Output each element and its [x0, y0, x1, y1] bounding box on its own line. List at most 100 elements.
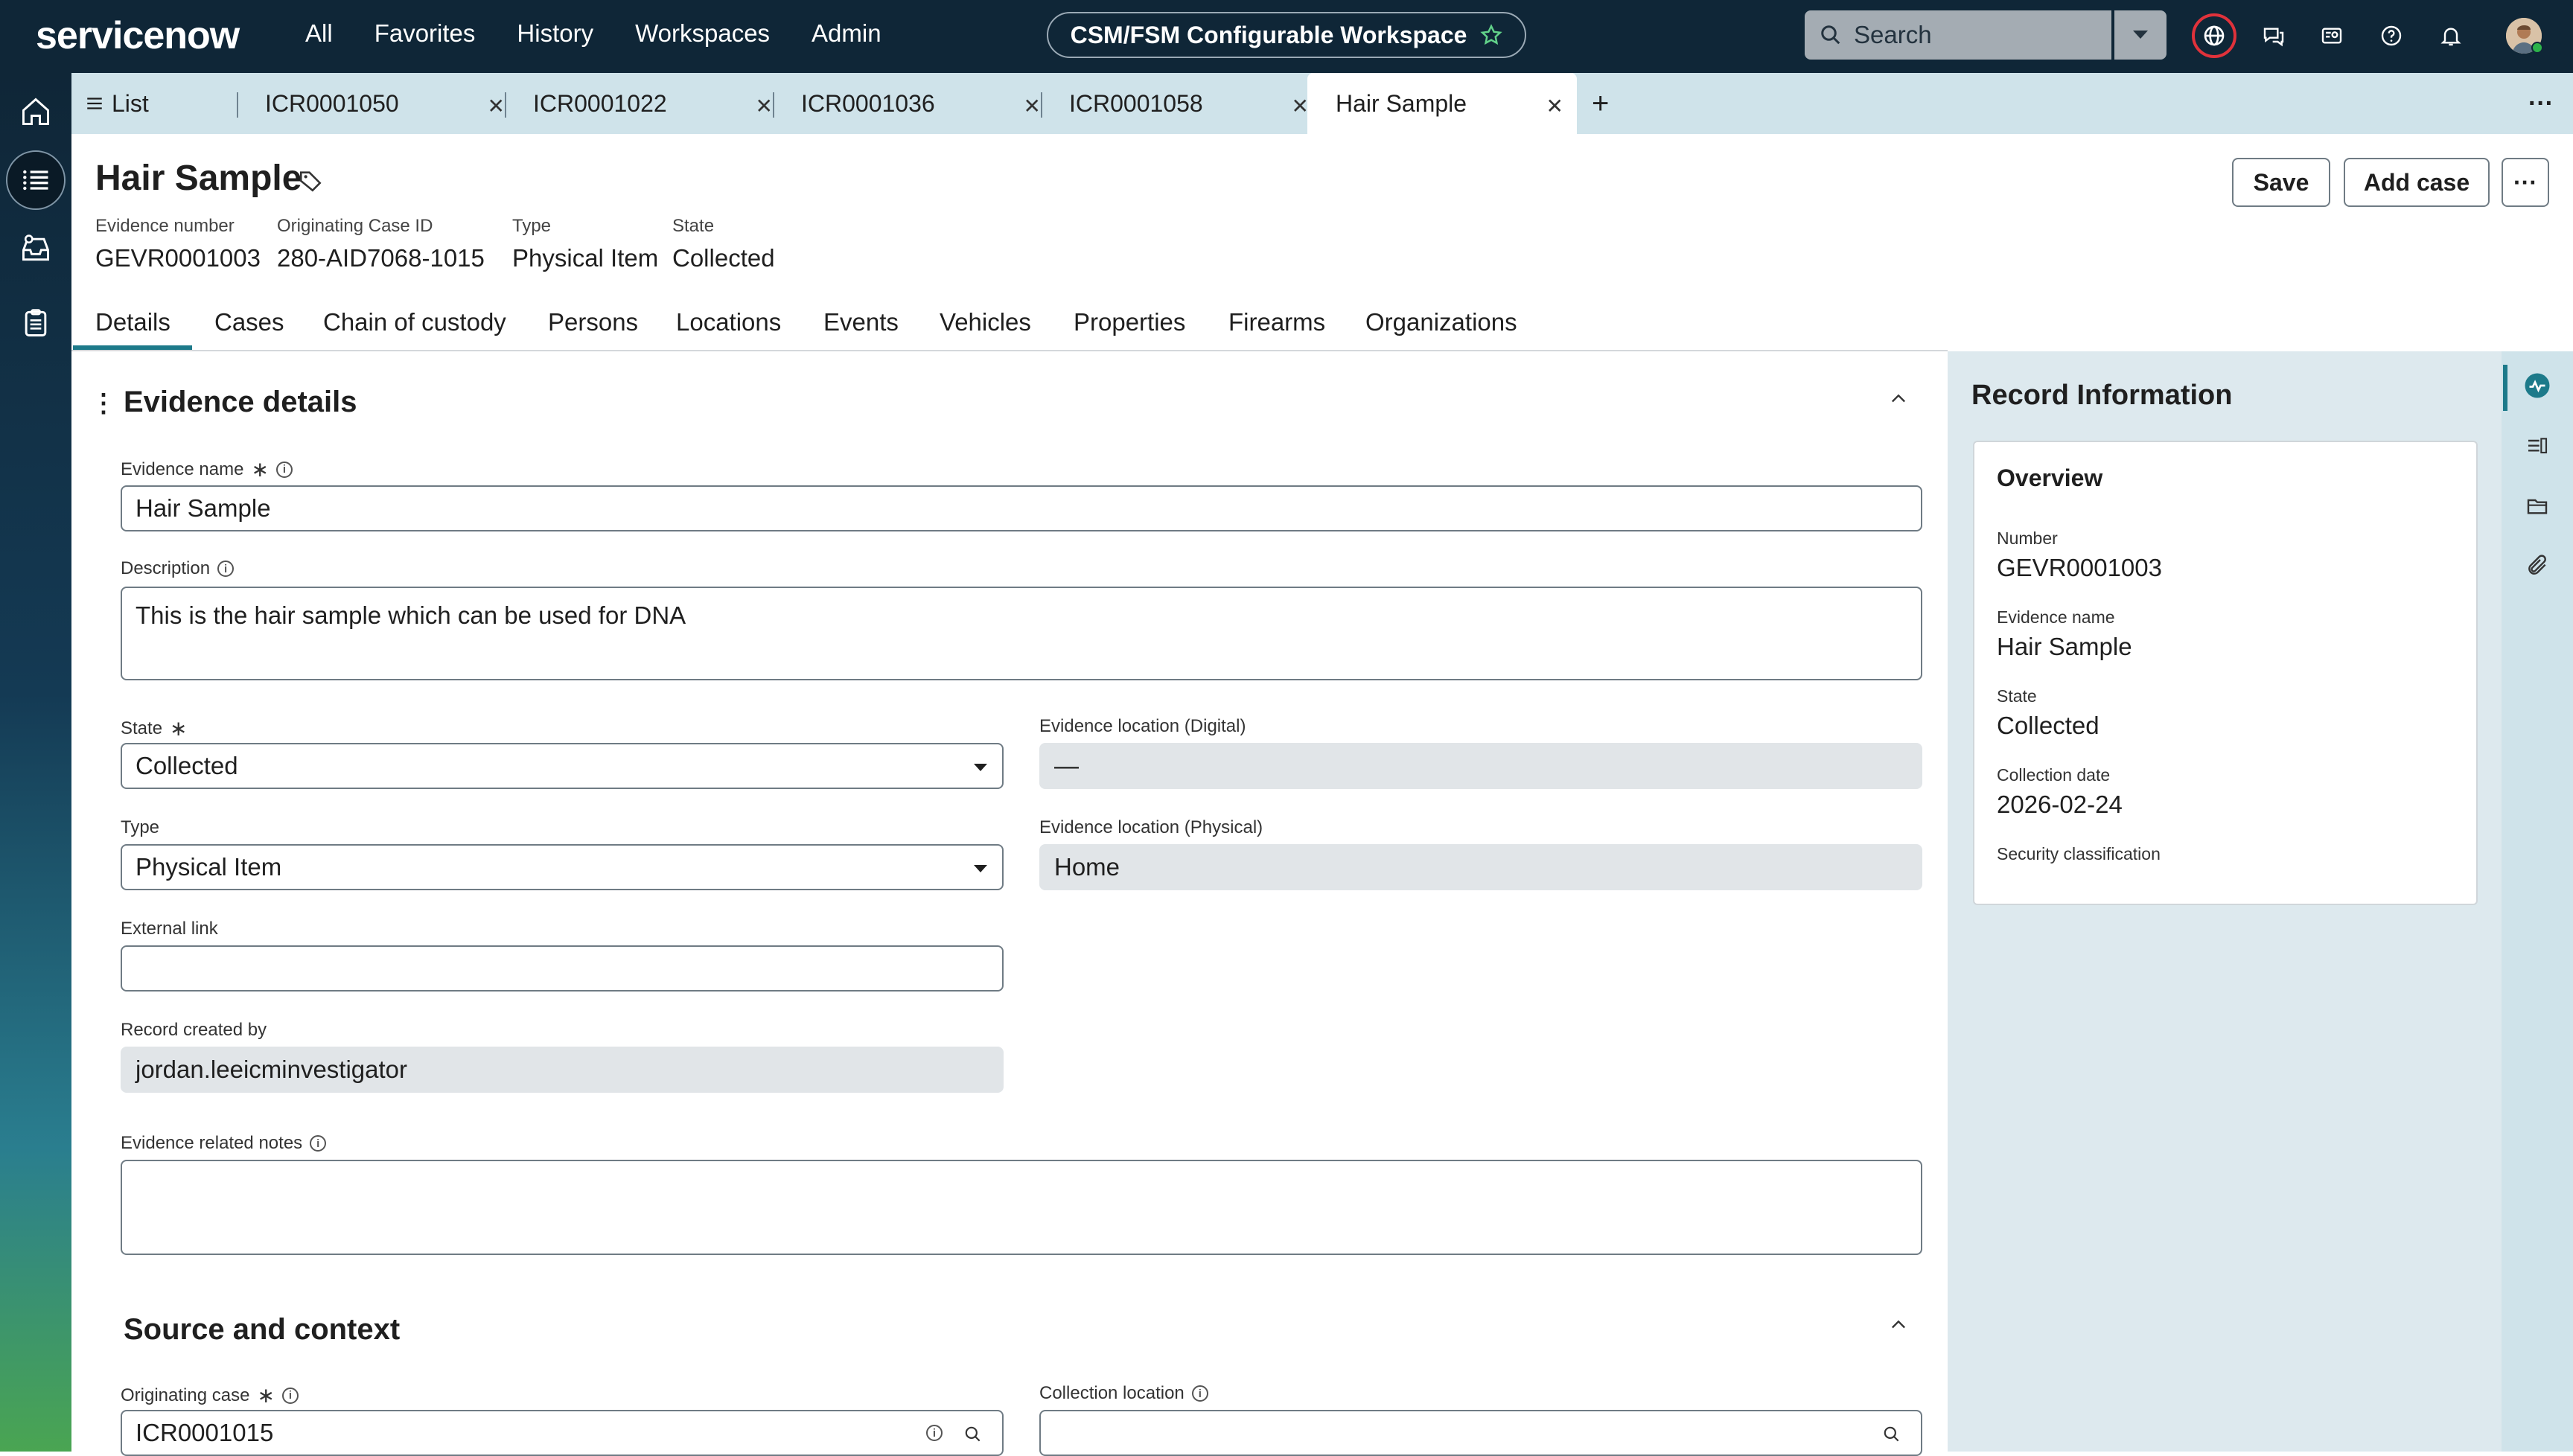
- search-icon[interactable]: [1882, 1425, 1901, 1444]
- tab-hair-sample[interactable]: Hair Sample ✕: [1307, 73, 1577, 134]
- collection-location-input[interactable]: [1039, 1410, 1922, 1456]
- section-drag-handle-icon[interactable]: ⋮: [91, 389, 116, 418]
- info-icon[interactable]: i: [275, 461, 293, 478]
- tag-icon[interactable]: [298, 168, 323, 194]
- online-status-dot: [2531, 42, 2543, 54]
- page-title: Hair Sample: [95, 158, 302, 199]
- info-icon[interactable]: i: [1191, 1385, 1208, 1402]
- tab-events[interactable]: Events: [823, 308, 899, 336]
- close-icon[interactable]: ✕: [756, 94, 773, 118]
- close-icon[interactable]: ✕: [1024, 94, 1041, 118]
- tab-label: ICR0001058: [1069, 89, 1203, 117]
- activity-icon[interactable]: [2524, 372, 2551, 399]
- tab-icr0001036[interactable]: ICR0001036 ✕: [801, 73, 1054, 134]
- nav-history[interactable]: History: [517, 19, 593, 48]
- meta-value: GEVR0001003: [95, 244, 261, 272]
- meta-label: State: [672, 216, 715, 236]
- info-icon[interactable]: i: [281, 1387, 299, 1404]
- workspace-switcher[interactable]: CSM/FSM Configurable Workspace: [1047, 12, 1526, 58]
- record-created-by-field: jordan.leeicminvestigator: [121, 1047, 1004, 1093]
- servicenow-logo[interactable]: servicenow: [36, 13, 240, 58]
- nav-all[interactable]: All: [305, 19, 333, 48]
- details-list-icon[interactable]: [2524, 433, 2551, 460]
- help-icon[interactable]: [2375, 19, 2408, 52]
- meta-evidence-number: Evidence number GEVR0001003: [95, 216, 261, 272]
- tab-details[interactable]: Details: [95, 308, 170, 336]
- workspace-name: CSM/FSM Configurable Workspace: [1070, 21, 1467, 48]
- tab-label: ICR0001022: [533, 89, 667, 117]
- search-scope-dropdown[interactable]: [2114, 10, 2167, 60]
- record-title: Hair Sample: [95, 159, 302, 198]
- info-icon[interactable]: i: [217, 561, 235, 577]
- required-icon: ∗: [257, 1384, 275, 1407]
- chevron-down-icon: [2133, 31, 2148, 39]
- nav-workspaces[interactable]: Workspaces: [635, 19, 770, 48]
- record-subtabs: Details Cases Chain of custody Persons L…: [71, 298, 1948, 351]
- inbox-icon[interactable]: [18, 231, 54, 266]
- external-link-input[interactable]: [121, 945, 1004, 992]
- save-button[interactable]: Save: [2232, 158, 2330, 207]
- close-icon[interactable]: ✕: [1546, 94, 1563, 118]
- search-placeholder: Search: [1854, 21, 1932, 48]
- search-icon[interactable]: [963, 1425, 983, 1444]
- folder-icon[interactable]: [2524, 493, 2551, 520]
- tab-locations[interactable]: Locations: [676, 308, 781, 336]
- chat-icon[interactable]: [2257, 19, 2290, 52]
- originating-case-input[interactable]: ICR0001015 i: [121, 1410, 1004, 1456]
- tab-label: Hair Sample: [1336, 89, 1467, 117]
- tab-cases[interactable]: Cases: [214, 308, 284, 336]
- meta-label: Evidence number: [95, 216, 235, 236]
- nav-admin[interactable]: Admin: [812, 19, 881, 48]
- chevron-up-icon[interactable]: [1888, 1315, 1909, 1335]
- close-icon[interactable]: ✕: [1292, 94, 1309, 118]
- type-label: Type: [121, 817, 159, 838]
- evidence-notes-textarea[interactable]: [121, 1160, 1922, 1255]
- tab-icr0001058[interactable]: ICR0001058 ✕: [1069, 73, 1322, 134]
- global-search[interactable]: Search: [1805, 10, 2111, 60]
- home-icon[interactable]: [18, 94, 54, 130]
- evidence-notes-label: Evidence related notes i: [121, 1133, 327, 1154]
- evidence-name-input[interactable]: Hair Sample: [121, 485, 1922, 531]
- chevron-up-icon[interactable]: [1888, 389, 1909, 409]
- meta-value: Collected: [672, 244, 775, 272]
- required-icon: ∗: [251, 458, 269, 481]
- more-actions-button[interactable]: ···: [2502, 158, 2549, 207]
- meta-value: 280-AID7068-1015: [277, 244, 485, 272]
- workspace-tab-strip: List ICR0001050 ✕ ICR0001022 ✕ ICR000103…: [71, 73, 2573, 134]
- state-value: Collected: [135, 752, 238, 779]
- close-icon[interactable]: ✕: [488, 94, 505, 118]
- globe-icon[interactable]: [2192, 13, 2236, 58]
- field-label: Evidence name: [121, 459, 244, 479]
- attachment-icon[interactable]: [2524, 552, 2551, 579]
- clipboard-icon[interactable]: [18, 305, 54, 341]
- active-tab-indicator: [73, 345, 192, 350]
- tab-properties[interactable]: Properties: [1074, 308, 1185, 336]
- star-icon[interactable]: [1480, 24, 1503, 46]
- type-value: Physical Item: [135, 853, 282, 881]
- info-icon[interactable]: i: [310, 1135, 327, 1152]
- add-tab-icon[interactable]: +: [1592, 73, 1622, 134]
- overview-evidence-name-value: Hair Sample: [1997, 633, 2132, 660]
- field-label: Evidence related notes: [121, 1133, 303, 1153]
- tab-organizations[interactable]: Organizations: [1365, 308, 1517, 336]
- bell-icon[interactable]: [2435, 19, 2467, 52]
- evidence-location-physical-field: Home: [1039, 844, 1922, 890]
- state-select[interactable]: Collected: [121, 743, 1004, 789]
- tab-icr0001050[interactable]: ICR0001050 ✕: [265, 73, 518, 134]
- contact-card-icon[interactable]: [2315, 19, 2348, 52]
- type-select[interactable]: Physical Item: [121, 844, 1004, 890]
- description-textarea[interactable]: This is the hair sample which can be use…: [121, 587, 1922, 680]
- search-icon: [1820, 24, 1842, 46]
- tab-persons[interactable]: Persons: [548, 308, 638, 336]
- record-created-by-label: Record created by: [121, 1020, 267, 1041]
- nav-favorites[interactable]: Favorites: [374, 19, 476, 48]
- tab-chain-of-custody[interactable]: Chain of custody: [323, 308, 506, 336]
- info-icon[interactable]: i: [926, 1425, 943, 1441]
- tab-firearms[interactable]: Firearms: [1228, 308, 1325, 336]
- more-tabs-icon[interactable]: ···: [2528, 73, 2566, 134]
- tab-icr0001022[interactable]: ICR0001022 ✕: [533, 73, 786, 134]
- tab-list[interactable]: List: [85, 73, 234, 134]
- tab-vehicles[interactable]: Vehicles: [940, 308, 1031, 336]
- list-icon[interactable]: [18, 162, 54, 198]
- add-case-button[interactable]: Add case: [2344, 158, 2490, 207]
